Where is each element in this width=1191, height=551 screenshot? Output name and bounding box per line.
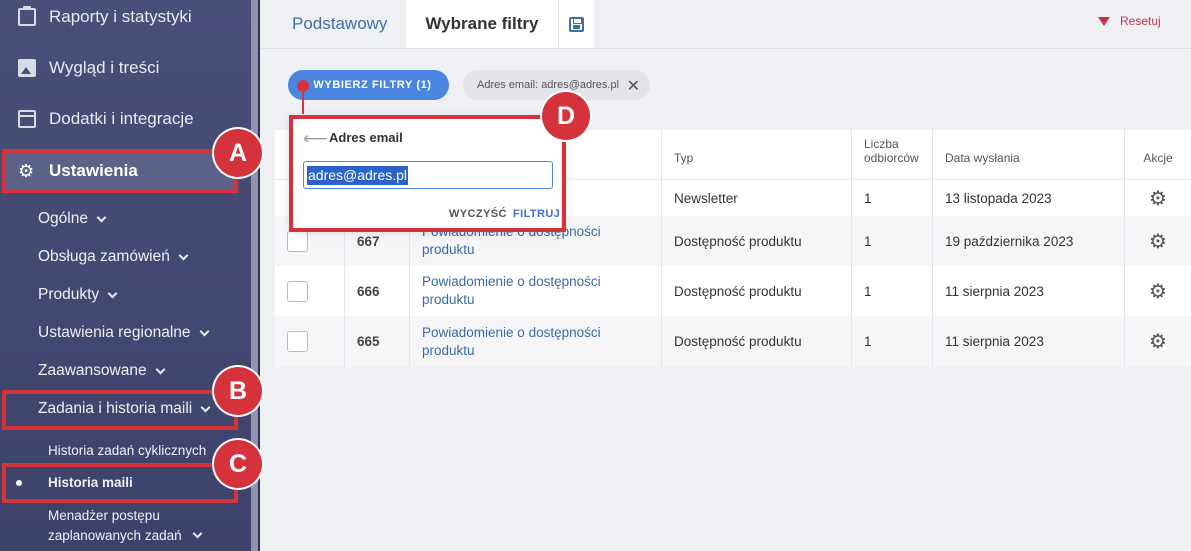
table-cell-id: 666 [345,266,410,316]
sidebar-subitem-label: Obsługa zamówień [38,248,170,265]
gear-icon[interactable]: ⚙ [1149,329,1167,354]
mail-name-link[interactable]: Powiadomienie o dostępności [422,273,601,291]
sidebar-item-raporty[interactable]: Raporty i statystyki [0,0,250,37]
table-cell-date: 11 sierpnia 2023 [933,266,1125,316]
tab-bar-divider [260,48,1191,49]
table-cell-type: Newsletter [662,180,852,216]
sidebar-subitem-label: Zaawansowane [38,362,147,379]
chevron-down-icon [96,212,107,222]
sidebar-subitem-label: Ogólne [38,210,88,227]
header-label: odbiorców [864,151,919,165]
table-cell-actions: ⚙ [1125,316,1191,367]
table-header-data[interactable]: Data wysłania [933,130,1125,179]
highlight-box-b [2,390,238,430]
gear-icon[interactable]: ⚙ [1149,229,1167,254]
filter-chip-label: Adres email: adres@adres.pl [477,79,620,91]
row-checkbox[interactable] [287,230,308,252]
reset-label: Resetuj [1120,14,1161,28]
sidebar-item-label: Wygląd i treści [49,58,160,77]
mail-name-link[interactable]: Powiadomienie o dostępności [422,324,601,342]
table-row: 665 Powiadomienie o dostępności produktu… [275,316,1191,367]
annotation-badge-d: D [542,92,590,140]
close-icon[interactable]: ✕ [627,76,640,96]
sidebar-link-label: zaplanowanych zadań [48,528,182,543]
table-header-typ[interactable]: Typ [662,130,852,179]
gear-icon[interactable]: ⚙ [1149,186,1167,211]
tab-podstawowy[interactable]: Podstawowy [273,0,406,48]
chevron-down-icon [155,364,166,374]
choose-filters-button[interactable]: WYBIERZ FILTRY (1) [288,70,449,100]
sidebar-subitem-produkty[interactable]: Produkty [38,286,118,304]
table-cell-count: 1 [852,216,933,266]
table-cell-select [275,266,345,316]
chevron-down-icon [192,528,203,539]
chevron-down-icon [178,250,189,260]
save-icon [568,16,584,32]
gear-icon[interactable]: ⚙ [1149,279,1167,304]
annotation-badge-c: C [214,440,262,488]
table-cell-date: 19 października 2023 [933,216,1125,266]
mail-name-link[interactable]: produktu [422,241,475,259]
table-cell-actions: ⚙ [1125,216,1191,266]
highlight-box-d [289,115,566,232]
sidebar-item-label: Dodatki i integracje [49,109,194,128]
annotation-connector-dot [297,80,309,92]
sidebar-link-menadzer-line2[interactable]: zaplanowanych zadań [48,528,203,543]
sidebar-subitem-zamowienia[interactable]: Obsługa zamówień [38,248,189,266]
table-cell-count: 1 [852,266,933,316]
row-checkbox[interactable] [287,331,308,352]
table-cell-date: 11 sierpnia 2023 [933,316,1125,367]
table-cell-count: 1 [852,316,933,367]
table-cell-name[interactable]: Powiadomienie o dostępności produktu [410,266,662,316]
table-header-akcje: Akcje [1143,151,1173,165]
table-header-liczba[interactable]: Liczba odbiorców [852,130,933,179]
row-checkbox[interactable] [287,280,308,302]
sidebar-link-historia-zadan[interactable]: Historia zadań cyklicznych [48,443,206,458]
highlight-box-a [2,149,238,193]
tab-wybrane-filtry[interactable]: Wybrane filtry [406,0,558,48]
header-label: Liczba [864,137,899,151]
table-cell-type: Dostępność produktu [662,216,852,266]
chevron-down-icon [199,326,209,336]
image-icon [18,59,36,77]
table-cell-name[interactable]: Powiadomienie o dostępności produktu [410,316,662,367]
filter-reset-icon [1098,16,1110,26]
table-cell-id: 665 [345,316,410,367]
sidebar-subitem-label: Ustawienia regionalne [38,324,191,341]
reset-button[interactable]: Resetuj [1098,14,1161,28]
tab-bar: Podstawowy Wybrane filtry [273,0,594,48]
sidebar-subitem-zaawansowane[interactable]: Zaawansowane [38,362,166,380]
table-row: 666 Powiadomienie o dostępności produktu… [275,266,1191,316]
table-cell-date: 13 listopada 2023 [933,180,1125,216]
save-filters-button[interactable] [557,0,594,48]
sidebar-subitem-regionalne[interactable]: Ustawienia regionalne [38,324,209,342]
sidebar-item-wyglad[interactable]: Wygląd i treści [0,48,250,88]
table-cell-actions: ⚙ [1125,180,1191,216]
sidebar-link-menadzer[interactable]: Menadżer postępu [48,508,160,523]
highlight-box-c [2,463,238,503]
calendar-icon [18,110,36,128]
table-cell-type: Dostępność produktu [662,316,852,367]
mail-name-link[interactable]: produktu [422,342,475,360]
sidebar-subitem-ogolne[interactable]: Ogólne [38,210,107,228]
table-cell-select [275,316,345,367]
table-cell-actions: ⚙ [1125,266,1191,316]
annotation-badge-b: B [214,367,262,415]
sidebar-subitem-label: Produkty [38,286,100,303]
sidebar-item-dodatki[interactable]: Dodatki i integracje [0,99,250,139]
annotation-badge-a: A [214,129,262,177]
mail-name-link[interactable]: produktu [422,291,475,309]
table-cell-type: Dostępność produktu [662,266,852,316]
table-cell-count: 1 [852,180,933,216]
sidebar-item-label: Raporty i statystyki [49,7,192,26]
clipboard-icon [18,6,36,26]
chevron-down-icon [107,288,118,298]
